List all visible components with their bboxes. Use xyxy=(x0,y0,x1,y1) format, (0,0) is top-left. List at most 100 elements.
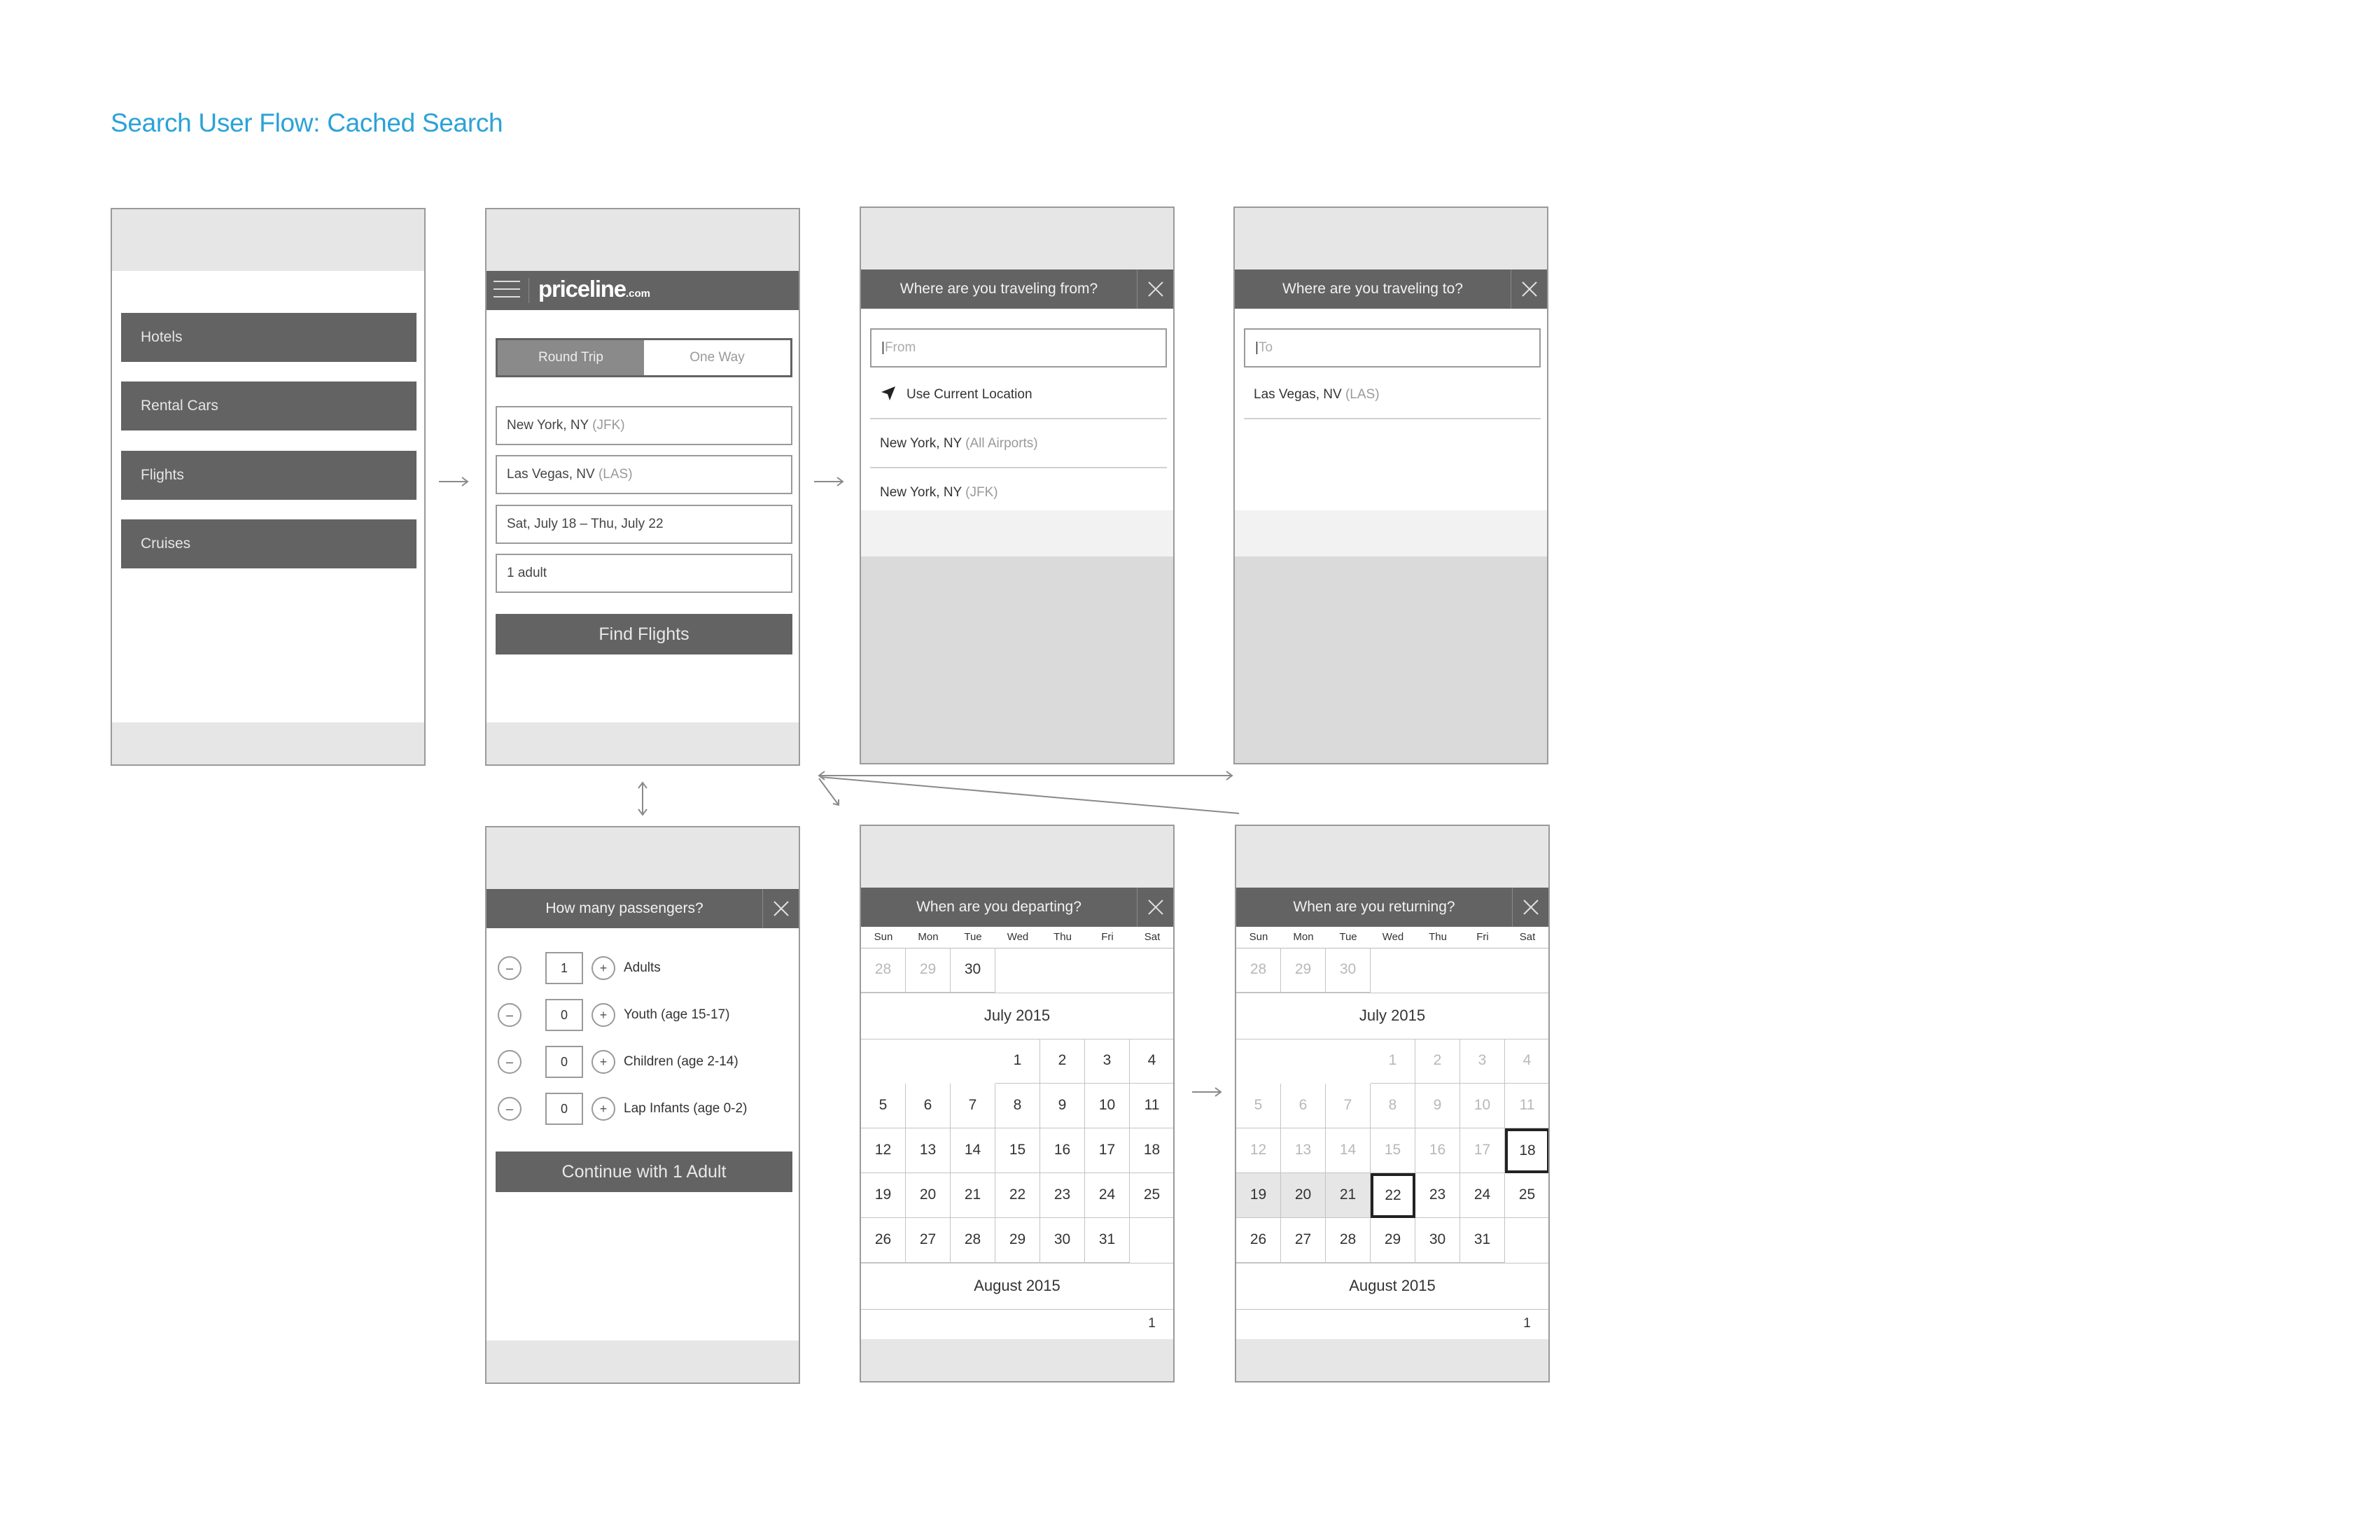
calendar-day[interactable]: 8 xyxy=(995,1084,1040,1128)
calendar-day[interactable]: 1 xyxy=(1371,1039,1415,1084)
continue-button[interactable]: Continue with 1 Adult xyxy=(496,1152,792,1192)
calendar-day[interactable]: 6 xyxy=(1281,1084,1326,1128)
children-count[interactable]: 0 xyxy=(545,1046,583,1078)
calendar-day[interactable]: 4 xyxy=(1505,1039,1548,1084)
menu-hotels-button[interactable]: Hotels xyxy=(121,313,416,362)
one-way-tab[interactable]: One Way xyxy=(644,340,790,375)
calendar-day[interactable]: 27 xyxy=(1281,1218,1326,1263)
calendar-day[interactable]: 1 xyxy=(995,1039,1040,1084)
calendar-day[interactable]: 1 xyxy=(1130,1309,1173,1340)
calendar-day[interactable]: 7 xyxy=(1326,1084,1371,1128)
suggestion-item[interactable]: New York, NY (All Airports) xyxy=(870,419,1167,468)
calendar-day[interactable]: 19 xyxy=(1236,1173,1281,1218)
dates-field[interactable]: Sat, July 18 – Thu, July 22 xyxy=(496,505,792,544)
menu-flights-button[interactable]: Flights xyxy=(121,451,416,500)
adults-count[interactable]: 1 xyxy=(545,952,583,984)
calendar-day[interactable]: 3 xyxy=(1085,1039,1130,1084)
plus-button[interactable]: + xyxy=(592,1050,615,1074)
calendar-day[interactable]: 2 xyxy=(1040,1039,1085,1084)
calendar-day[interactable]: 27 xyxy=(906,1218,951,1263)
calendar-day[interactable]: 25 xyxy=(1130,1173,1173,1218)
calendar-day[interactable]: 20 xyxy=(1281,1173,1326,1218)
keyboard[interactable] xyxy=(861,556,1173,763)
youth-count[interactable]: 0 xyxy=(545,999,583,1031)
calendar-day[interactable]: 16 xyxy=(1040,1128,1085,1173)
to-input[interactable]: |To xyxy=(1244,328,1541,368)
calendar-day[interactable]: 26 xyxy=(861,1218,906,1263)
calendar-day[interactable]: 29 xyxy=(1281,948,1326,993)
calendar-day[interactable]: 30 xyxy=(951,948,995,993)
calendar-day[interactable]: 11 xyxy=(1505,1084,1548,1128)
calendar-day[interactable]: 26 xyxy=(1236,1218,1281,1263)
close-icon[interactable] xyxy=(762,889,799,928)
calendar-day[interactable]: 12 xyxy=(861,1128,906,1173)
plus-button[interactable]: + xyxy=(592,1003,615,1027)
calendar-day[interactable]: 20 xyxy=(906,1173,951,1218)
calendar-day[interactable]: 16 xyxy=(1415,1128,1460,1173)
calendar-day[interactable]: 2 xyxy=(1415,1039,1460,1084)
calendar-day[interactable]: 30 xyxy=(1415,1218,1460,1263)
calendar-day[interactable]: 14 xyxy=(1326,1128,1371,1173)
calendar-day[interactable]: 31 xyxy=(1085,1218,1130,1263)
calendar-day[interactable]: 5 xyxy=(1236,1084,1281,1128)
close-icon[interactable] xyxy=(1137,888,1173,927)
calendar-day[interactable]: 12 xyxy=(1236,1128,1281,1173)
calendar-day[interactable]: 30 xyxy=(1326,948,1371,993)
lap-infants-count[interactable]: 0 xyxy=(545,1093,583,1125)
calendar-day[interactable]: 17 xyxy=(1085,1128,1130,1173)
calendar-day[interactable]: 21 xyxy=(951,1173,995,1218)
calendar-day[interactable]: 4 xyxy=(1130,1039,1173,1084)
calendar-day[interactable]: 23 xyxy=(1415,1173,1460,1218)
keyboard[interactable] xyxy=(1235,556,1547,763)
calendar-day[interactable]: 24 xyxy=(1460,1173,1505,1218)
calendar-day[interactable]: 25 xyxy=(1505,1173,1548,1218)
calendar-day[interactable]: 13 xyxy=(1281,1128,1326,1173)
calendar-day[interactable]: 14 xyxy=(951,1128,995,1173)
calendar-day[interactable]: 9 xyxy=(1040,1084,1085,1128)
suggestion-item[interactable]: Las Vegas, NV (LAS) xyxy=(1244,370,1541,419)
plus-button[interactable]: + xyxy=(592,956,615,980)
hamburger-menu-icon[interactable] xyxy=(493,281,520,302)
calendar-day[interactable]: 1 xyxy=(1505,1309,1548,1340)
calendar-day[interactable]: 10 xyxy=(1460,1084,1505,1128)
calendar-day[interactable]: 30 xyxy=(1040,1218,1085,1263)
calendar-day[interactable]: 29 xyxy=(995,1218,1040,1263)
minus-button[interactable]: – xyxy=(498,1003,522,1027)
calendar-day[interactable]: 23 xyxy=(1040,1173,1085,1218)
round-trip-tab[interactable]: Round Trip xyxy=(498,340,644,375)
calendar-day[interactable]: 28 xyxy=(1326,1218,1371,1263)
close-icon[interactable] xyxy=(1512,888,1548,927)
calendar-day[interactable]: 5 xyxy=(861,1084,906,1128)
calendar-day[interactable]: 28 xyxy=(861,948,906,993)
calendar-day[interactable]: 3 xyxy=(1460,1039,1505,1084)
destination-field[interactable]: Las Vegas, NV (LAS) xyxy=(496,455,792,494)
calendar-day[interactable]: 15 xyxy=(1371,1128,1415,1173)
calendar-day[interactable]: 19 xyxy=(861,1173,906,1218)
calendar-day[interactable]: 11 xyxy=(1130,1084,1173,1128)
close-icon[interactable] xyxy=(1137,270,1173,309)
calendar-day[interactable]: 28 xyxy=(951,1218,995,1263)
minus-button[interactable]: – xyxy=(498,1050,522,1074)
from-input[interactable]: |From xyxy=(870,328,1167,368)
calendar-day[interactable]: 15 xyxy=(995,1128,1040,1173)
calendar-day[interactable]: 8 xyxy=(1371,1084,1415,1128)
calendar-day[interactable]: 29 xyxy=(906,948,951,993)
calendar-day[interactable]: 24 xyxy=(1085,1173,1130,1218)
minus-button[interactable]: – xyxy=(498,956,522,980)
calendar-day[interactable]: 21 xyxy=(1326,1173,1371,1218)
selected-return-day[interactable]: 22 xyxy=(1371,1173,1415,1218)
selected-depart-day[interactable]: 18 xyxy=(1505,1128,1548,1173)
calendar-day[interactable]: 17 xyxy=(1460,1128,1505,1173)
menu-rental-cars-button[interactable]: Rental Cars xyxy=(121,382,416,430)
calendar-day[interactable]: 13 xyxy=(906,1128,951,1173)
plus-button[interactable]: + xyxy=(592,1097,615,1121)
calendar-day[interactable]: 9 xyxy=(1415,1084,1460,1128)
calendar-day[interactable]: 22 xyxy=(995,1173,1040,1218)
calendar-day[interactable]: 7 xyxy=(951,1084,995,1128)
minus-button[interactable]: – xyxy=(498,1097,522,1121)
origin-field[interactable]: New York, NY (JFK) xyxy=(496,406,792,445)
close-icon[interactable] xyxy=(1511,270,1547,309)
find-flights-button[interactable]: Find Flights xyxy=(496,614,792,654)
calendar-day[interactable]: 31 xyxy=(1460,1218,1505,1263)
calendar-day[interactable]: 6 xyxy=(906,1084,951,1128)
